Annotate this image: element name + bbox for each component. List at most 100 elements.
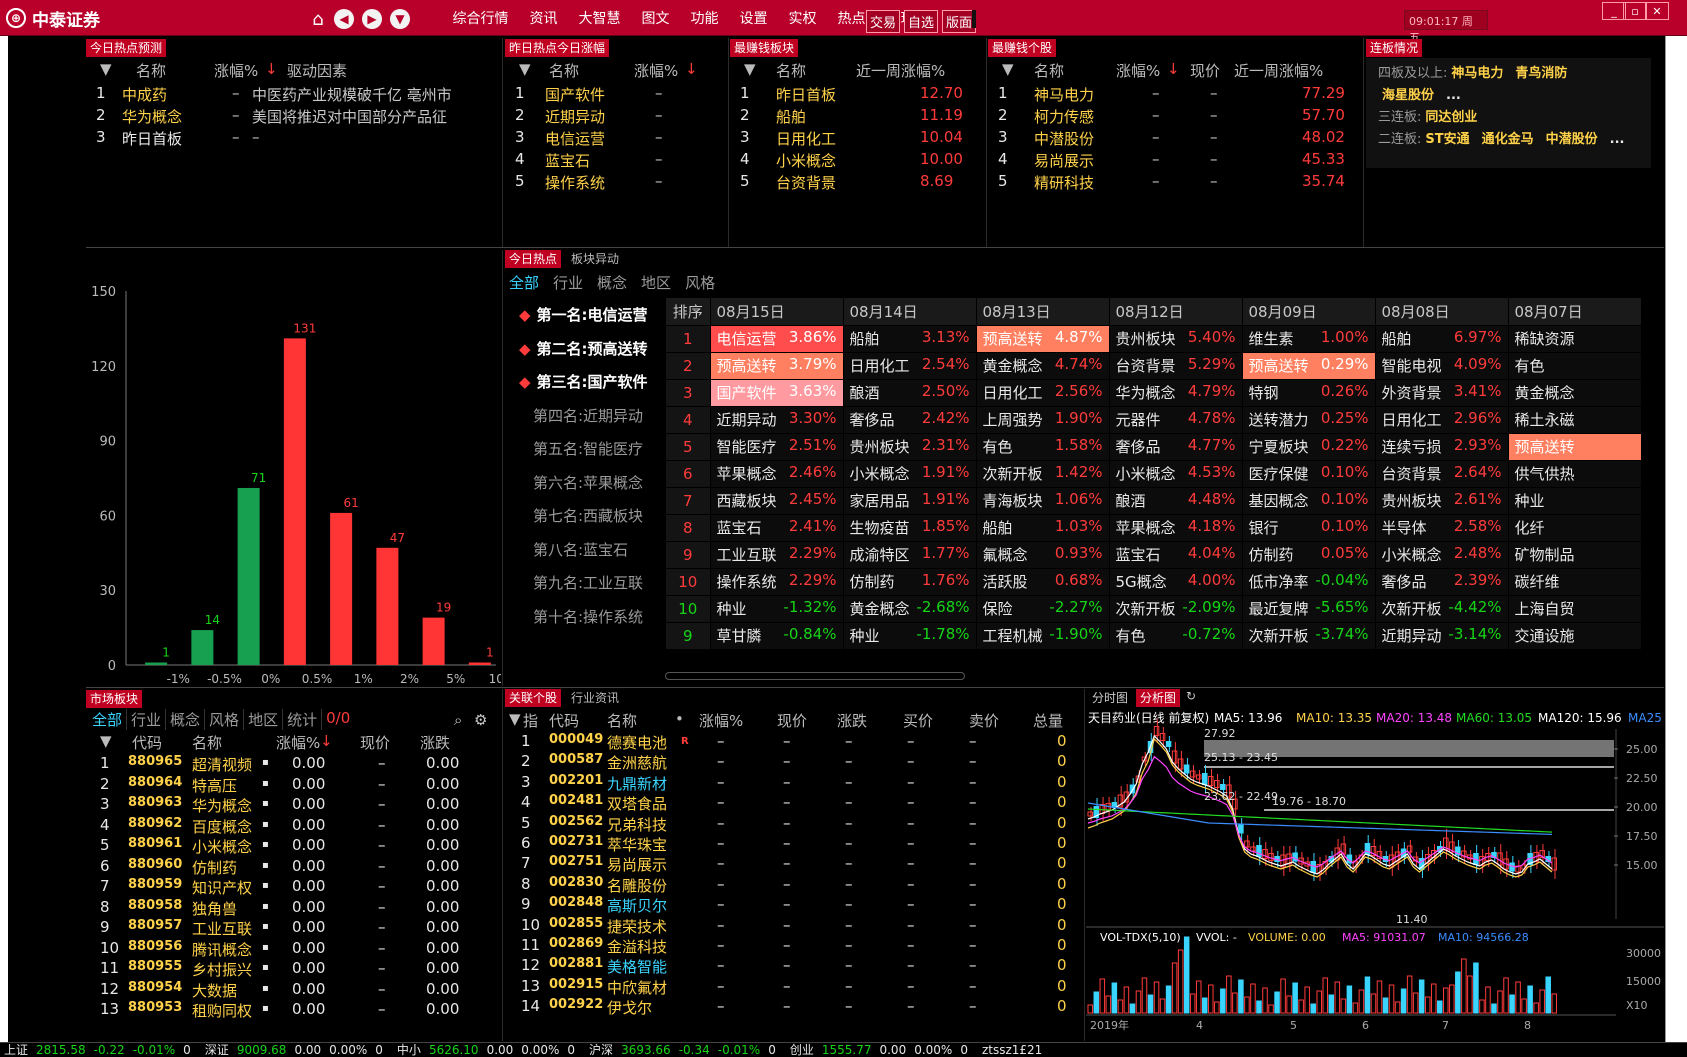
hot-cell[interactable]: 小米概念 1.91% [843,459,977,487]
hot-cell[interactable]: 特钢 0.26% [1242,378,1376,406]
hot-cell[interactable]: 黄金概念 [1508,378,1642,406]
list-item[interactable]: 3 昨日首板 – – [86,128,501,150]
hot-cell[interactable]: 次新开板 -2.09% [1109,594,1243,622]
hot-cell[interactable]: 蓝宝石 2.41% [710,513,844,541]
sort-icon[interactable]: ▼ [744,60,756,78]
sort-icon[interactable]: ▼ [100,60,112,78]
hot-cell[interactable]: 小米概念 4.53% [1109,459,1243,487]
hot-cell[interactable]: 预高送转 3.79% [710,351,844,379]
market-filter-5[interactable]: 统计 [283,709,323,730]
menu-item-6[interactable]: 实权 [778,8,827,28]
hot-cell[interactable]: 仿制药 1.76% [843,567,977,595]
hot-cell[interactable]: 黄金概念 -2.68% [843,594,977,622]
tab-top-stocks[interactable]: 最赚钱个股 [988,39,1057,57]
hot-cell[interactable]: 奢侈品 2.42% [843,405,977,433]
hot-cell[interactable]: 上海自贸 [1508,594,1642,622]
list-item[interactable]: 1 国产软件 – [505,84,727,106]
col-code[interactable]: 代码 [549,710,579,731]
table-row[interactable]: 2 880964 特高压 ▪ 0.00 – 0.00 [86,775,501,795]
table-row[interactable]: 8 880958 独角兽 ▪ 0.00 – 0.00 [86,898,501,918]
limit-stock[interactable]: 海星股份 [1382,88,1434,103]
hot-cell[interactable]: 西藏板块 2.45% [710,486,844,514]
table-row[interactable]: 7 002751 易尚展示 – – – – – 0 [505,854,1083,874]
hot-cell[interactable]: 家居用品 1.91% [843,486,977,514]
col-chg[interactable]: 涨幅% [276,732,320,753]
list-item[interactable]: 5 精研科技 – – 35.74 [988,172,1362,194]
hot-cell[interactable]: 船舶 3.13% [843,324,977,352]
col-name[interactable]: 名称 [776,60,806,81]
table-row[interactable]: 12 002881 美格智能 – – – – – 0 [505,956,1083,976]
index-quote[interactable]: 上证 2815.58 -0.22 -0.01% 0 [4,1043,191,1057]
col-name[interactable]: 名称 [607,710,637,731]
menu-item-5[interactable]: 设置 [729,8,778,28]
refresh-icon[interactable]: ↻ [1186,689,1196,707]
table-row[interactable]: 7 880959 知识产权 ▪ 0.00 – 0.00 [86,877,501,897]
hot-cell[interactable]: 日用化工 2.56% [976,378,1110,406]
market-filter-1[interactable]: 行业 [127,709,167,730]
hot-cell[interactable]: 化纤 [1508,513,1642,541]
left-toolbar[interactable] [0,36,8,1042]
hot-cell[interactable]: 黄金概念 4.74% [976,351,1110,379]
hot-cell[interactable]: 电信运营 3.86% [710,324,844,352]
hot-cell[interactable]: 操作系统 2.29% [710,567,844,595]
hot-cell[interactable]: 贵州板块 2.31% [843,432,977,460]
hot-cell[interactable]: 奢侈品 4.77% [1109,432,1243,460]
table-row[interactable]: 4 002481 双塔食品 – – – – – 0 [505,793,1083,813]
col-name[interactable]: 名称 [1034,60,1064,81]
hot-cell[interactable]: 苹果概念 4.18% [1109,513,1243,541]
filter-3[interactable]: 地区 [641,272,671,293]
table-row[interactable]: 4 880962 百度概念 ▪ 0.00 – 0.00 [86,816,501,836]
index-quote[interactable]: 创业 1555.77 0.00 0.00% 0 [790,1043,968,1057]
hot-cell[interactable]: 船舶 1.03% [976,513,1110,541]
filter-2[interactable]: 概念 [597,272,627,293]
hot-cell[interactable]: 供气供热 [1508,459,1642,487]
col-date-2[interactable]: 08月13日 [976,298,1110,325]
list-item[interactable]: 1 中成药 – 中医药产业规模破千亿 亳州市 [86,84,501,106]
rank-item[interactable]: 第十名:操作系统 [509,606,659,627]
table-row[interactable]: 10 880956 腾讯概念 ▪ 0.00 – 0.00 [86,939,501,959]
tab-industry-news[interactable]: 行业资讯 [565,689,625,707]
list-item[interactable]: 2 船舶 11.19 [730,106,985,128]
hot-cell[interactable]: 工业互联 2.29% [710,540,844,568]
col-name[interactable]: 名称 [549,60,579,81]
list-item[interactable]: 2 近期异动 – [505,106,727,128]
hot-cell[interactable]: 贵州板块 2.61% [1375,486,1509,514]
rank-item[interactable]: 第八名:蓝宝石 [509,539,659,560]
hot-cell[interactable]: 小米概念 2.48% [1375,540,1509,568]
hot-cell[interactable]: 蓝宝石 4.04% [1109,540,1243,568]
hot-cell[interactable]: 低市净率 -0.04% [1242,567,1376,595]
limit-stock[interactable]: ST安通 [1425,132,1469,147]
index-quote[interactable]: 沪深 3693.66 -0.34 -0.01% 0 [589,1043,776,1057]
table-row[interactable]: 11 002869 金溢科技 – – – – – 0 [505,936,1083,956]
hot-cell[interactable]: 成渝特区 1.77% [843,540,977,568]
hot-cell[interactable]: 送转潜力 0.25% [1242,405,1376,433]
col-chg[interactable]: 涨幅% [634,60,678,81]
rank-item[interactable]: ◆ 第二名:预高送转 [509,338,659,359]
limit-stock[interactable]: 青鸟消防 [1515,66,1567,81]
hot-cell[interactable]: 医疗保健 0.10% [1242,459,1376,487]
forward-icon[interactable]: ▶ [362,9,382,29]
limit-stock[interactable]: 通化金马 [1482,132,1534,147]
hot-cell[interactable]: 元器件 4.78% [1109,405,1243,433]
rank-item[interactable]: ◆ 第三名:国产软件 [509,371,659,392]
hot-cell[interactable]: 工程机械 -1.90% [976,621,1110,649]
col-date-6[interactable]: 08月07日 [1508,298,1642,325]
search-icon[interactable]: ⌕ [454,711,462,729]
rank-item[interactable]: 第九名:工业互联 [509,572,659,593]
table-row[interactable]: 6 880960 仿制药 ▪ 0.00 – 0.00 [86,857,501,877]
menu-item-1[interactable]: 资讯 [519,8,568,28]
hot-cell[interactable]: 宁夏板块 0.22% [1242,432,1376,460]
list-item[interactable]: 4 易尚展示 – – 45.33 [988,150,1362,172]
limit-stock[interactable]: 中潜股份 [1546,132,1598,147]
table-row[interactable]: 11 880955 乡村振兴 ▪ 0.00 – 0.00 [86,959,501,979]
menu-item-3[interactable]: 图文 [631,8,680,28]
col-bid[interactable]: 买价 [903,710,933,731]
hot-cell[interactable]: 外资背景 3.41% [1375,378,1509,406]
hot-cell[interactable]: 酿酒 2.50% [843,378,977,406]
tab-hot-forecast[interactable]: 今日热点预测 [86,39,167,57]
hot-cell[interactable]: 保险 -2.27% [976,594,1110,622]
table-row[interactable]: 5 002562 兄弟科技 – – – – – 0 [505,814,1083,834]
hot-scrollbar[interactable] [665,672,965,680]
sort-icon[interactable]: ▼ [509,710,521,728]
hot-cell[interactable]: 连续亏损 2.93% [1375,432,1509,460]
